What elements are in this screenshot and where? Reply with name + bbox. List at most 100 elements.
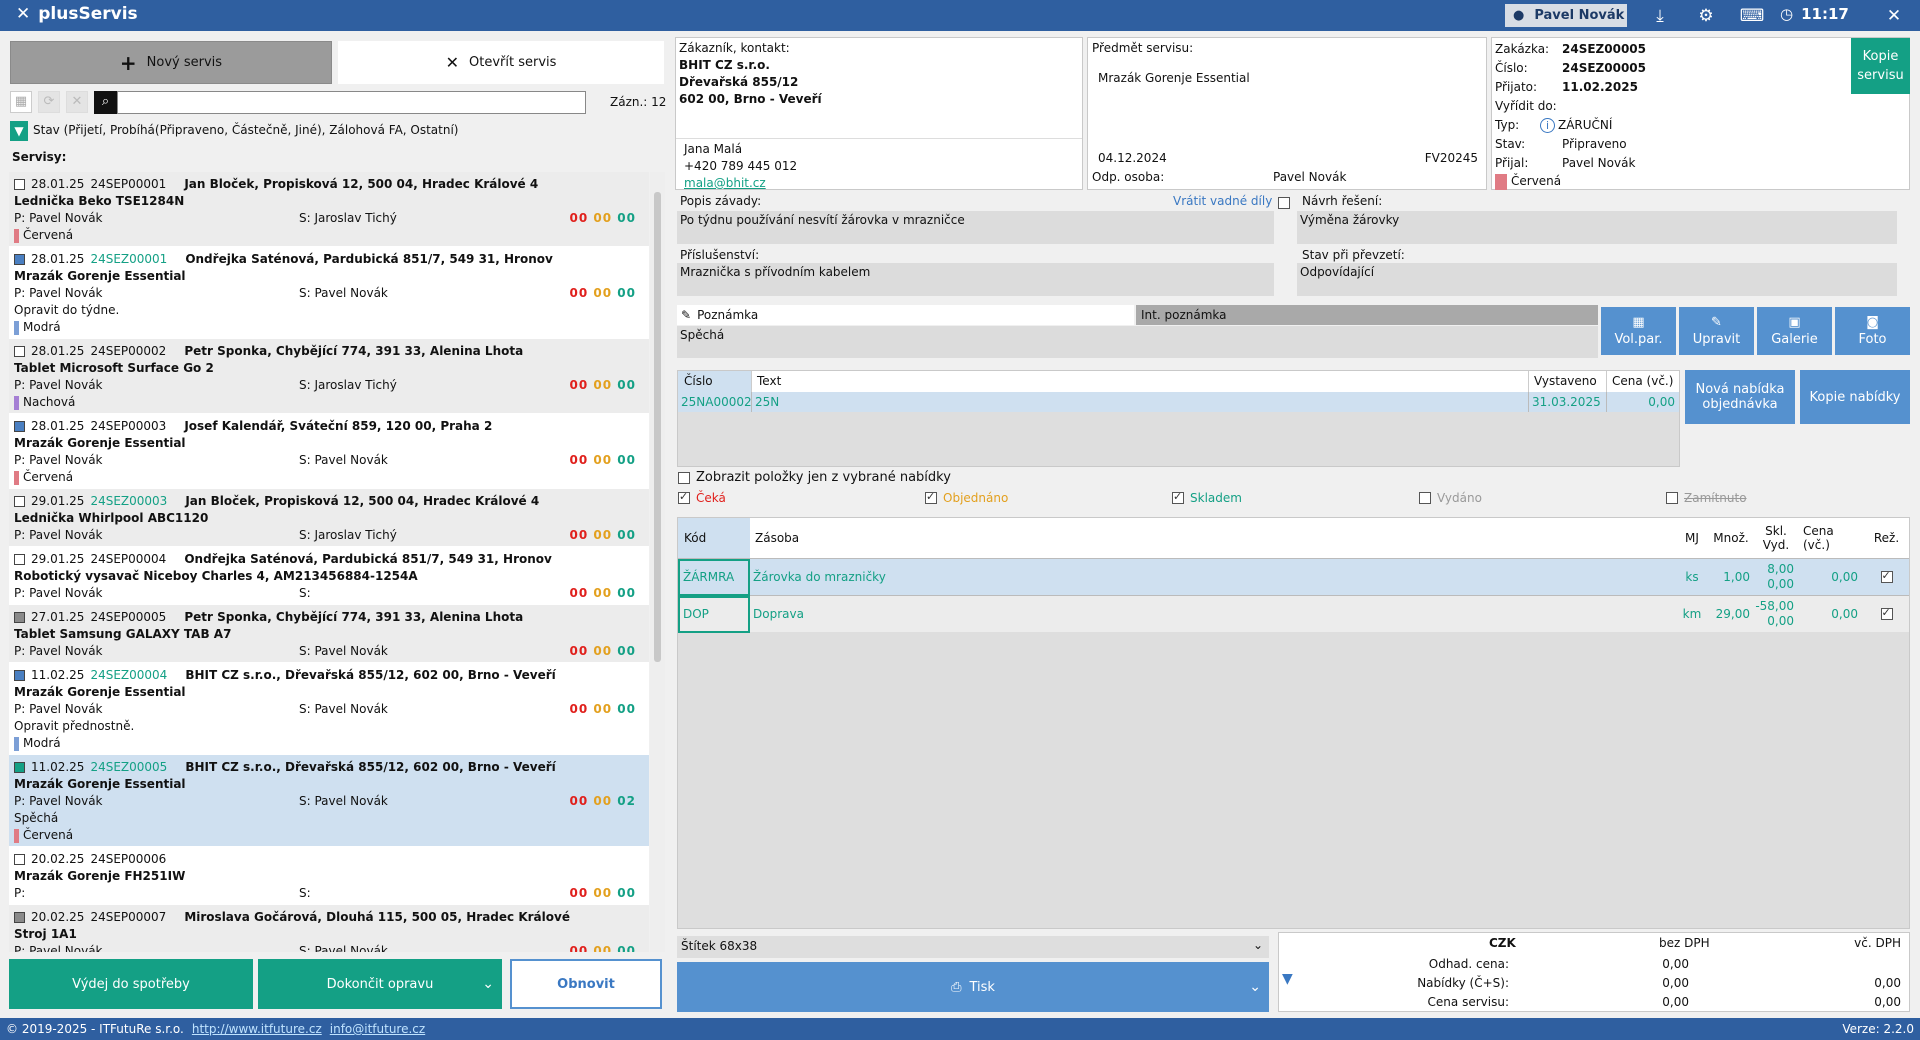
customer-name: BHIT CZ s.r.o.	[679, 58, 770, 72]
items-header-kod[interactable]: Kód	[678, 518, 750, 558]
service-row[interactable]: 29.01.25 24SEP00004 Ondřejka Saténová, Par…	[9, 547, 649, 605]
defect-field[interactable]: Po týdnu používání nesvítí žárovka v mra…	[677, 211, 1274, 244]
customer-city: 602 00, Brno - Veveří	[679, 92, 822, 106]
filter-text: Stav (Přijetí, Probíhá(Připraveno, Částe…	[33, 123, 459, 137]
service-row[interactable]: 28.01.25 24SEP00002 Petr Sponka, Chybějící…	[9, 339, 649, 414]
copy-offer-button[interactable]: Kopie nabídky	[1800, 370, 1910, 424]
service-row[interactable]: 11.02.25 24SEZ00005 BHIT CZ s.r.o., Dřevař…	[9, 755, 649, 847]
user-button[interactable]: ● Pavel Novák	[1505, 4, 1627, 27]
gallery-button[interactable]: ▣ Galerie	[1757, 307, 1832, 355]
items-header-rez[interactable]: Rež.	[1864, 531, 1909, 545]
solution-label: Návrh řešení:	[1302, 194, 1383, 208]
edit-button[interactable]: ✎ Upravit	[1679, 307, 1754, 355]
filter-vydano[interactable]: Vydáno	[1419, 491, 1482, 505]
gear-icon[interactable]: ⚙	[1694, 4, 1718, 27]
order-prijato: 11.02.2025	[1562, 80, 1638, 94]
service-row[interactable]: 11.02.25 24SEZ00004 BHIT CZ s.r.o., Dřevař…	[9, 663, 649, 755]
int-note-tab[interactable]: Int. poznámka	[1136, 305, 1598, 325]
item-row[interactable]: DOP Doprava km 29,00 -58,00 0,00 0,00	[678, 595, 1909, 633]
title-bar: ✕ plusServis ● Pavel Novák ⤓ ⚙ ⌨ ◷ 11:17…	[0, 0, 1920, 31]
offers-header-text[interactable]: Text	[751, 371, 1528, 392]
filter-icon[interactable]: ▼	[10, 121, 28, 141]
note-field[interactable]: Spěchá	[677, 326, 1598, 358]
download-icon[interactable]: ⤓	[1648, 4, 1672, 27]
contact-email[interactable]: mala@bhit.cz	[684, 175, 797, 192]
refresh-icon[interactable]: ⟳	[38, 91, 60, 113]
items-header-cena[interactable]: Cena (vč.)	[1798, 524, 1864, 552]
new-offer-button[interactable]: Nová nabídka objednávka	[1685, 370, 1795, 424]
search-input[interactable]	[117, 91, 586, 114]
record-count: Zázn.: 12	[610, 95, 667, 109]
filter-skladem[interactable]: Skladem	[1172, 490, 1242, 505]
items-header-mnoz[interactable]: Množ.	[1708, 531, 1754, 545]
grid-icon[interactable]: ▦	[10, 91, 32, 113]
resp-label: Odp. osoba:	[1092, 170, 1165, 184]
return-parts-label: Vrátit vadné díly	[1173, 194, 1273, 208]
consume-button[interactable]: Výdej do spotřeby	[9, 959, 253, 1009]
note-tab[interactable]: ✎ Poznámka	[677, 305, 1134, 325]
user-icon: ●	[1513, 8, 1525, 23]
service-row[interactable]: 29.01.25 24SEZ00003 Jan Bloček, Propisková…	[9, 489, 649, 547]
app-logo: ✕ plusServis	[16, 4, 138, 24]
solution-field[interactable]: Výměna žárovky	[1297, 211, 1897, 244]
close-icon[interactable]: ✕	[1882, 4, 1906, 27]
new-service-button[interactable]: + Nový servis	[10, 41, 332, 84]
items-table: Kód Zásoba MJ Množ. Skl. Vyd. Cena (vč.)…	[677, 517, 1910, 929]
items-header-zasoba[interactable]: Zásoba	[750, 531, 1676, 545]
tools-icon: ✕	[16, 4, 31, 24]
color-tag	[14, 736, 19, 751]
filter-objednano[interactable]: Objednáno	[925, 490, 1008, 505]
items-header-skl[interactable]: Skl. Vyd.	[1754, 524, 1798, 552]
clock-icon: ◷	[1780, 5, 1794, 23]
service-row[interactable]: 28.01.25 24SEP00001 Jan Bloček, Propisková…	[9, 172, 649, 247]
show-only-option[interactable]: Zobrazit položky jen z vybrané nabídky	[678, 470, 951, 485]
label-select[interactable]: Štítek 68x38 ⌄	[677, 936, 1269, 958]
keyboard-icon[interactable]: ⌨	[1740, 4, 1765, 27]
service-row[interactable]: 28.01.25 24SEP00003 Josef Kalendář, Sváteč…	[9, 414, 649, 489]
service-row[interactable]: 20.02.25 24SEP00007 Miroslava Gočárová, Dl…	[9, 905, 649, 952]
order-stav: Připraveno	[1562, 137, 1627, 151]
image-icon: ▣	[1788, 315, 1801, 330]
price-summary: ▼ CZK bez DPH vč. DPH Odhad. cena: 0,00 N…	[1278, 932, 1910, 1012]
copy-service-button[interactable]: Kopie servisu	[1851, 38, 1910, 94]
service-row[interactable]: 27.01.25 24SEP00005 Petr Sponka, Chybějící…	[9, 605, 649, 663]
accessories-field[interactable]: Mraznička s přívodním kabelem	[677, 263, 1274, 296]
summary-row: Nabídky (Č+S): 0,00 0,00	[1417, 976, 1901, 990]
filter-ceka[interactable]: Čeká	[678, 490, 726, 505]
chevron-down-icon[interactable]: ⌄	[1249, 979, 1261, 995]
search-icon[interactable]: ⌕	[94, 91, 117, 114]
item-row[interactable]: ŽÁRMRA Žárovka do mrazničky ks 1,00 8,00…	[678, 558, 1909, 596]
summary-row: Odhad. cena: 0,00	[1428, 957, 1689, 971]
volpar-button[interactable]: ▦ Vol.par.	[1601, 307, 1676, 355]
color-tag	[14, 320, 19, 335]
return-parts-checkbox[interactable]	[1278, 196, 1290, 209]
service-row[interactable]: 20.02.25 24SEP00006 Mrazák Gorenje FH251IW…	[9, 847, 649, 905]
offers-row[interactable]: 25NA00002 25N 31.03.2025 0,00	[678, 392, 1679, 412]
status-bar: © 2019-2025 - ITFutuRe s.r.o. http://www…	[0, 1018, 1920, 1040]
camera-icon: ◙	[1866, 315, 1879, 330]
grid-icon: ▦	[1632, 315, 1645, 330]
items-header-mj[interactable]: MJ	[1676, 531, 1708, 545]
customer-panel: Zákazník, kontakt: BHIT CZ s.r.o. Dřevař…	[675, 37, 1083, 190]
offers-header-vyst[interactable]: Vystaveno	[1528, 371, 1606, 392]
offers-header-cislo[interactable]: Číslo	[678, 371, 751, 392]
refresh-button[interactable]: Obnovit	[510, 959, 662, 1009]
mail-link[interactable]: info@itfuture.cz	[330, 1022, 425, 1036]
filter-zamitnuto[interactable]: Zamítnuto	[1666, 491, 1747, 505]
offers-header-cena[interactable]: Cena (vč.)	[1606, 371, 1679, 392]
photo-button[interactable]: ◙ Foto	[1835, 307, 1910, 355]
show-only-checkbox[interactable]	[678, 471, 690, 484]
status-box	[14, 421, 25, 432]
web-link[interactable]: http://www.itfuture.cz	[192, 1022, 322, 1036]
tools-small-icon[interactable]: ✕	[66, 91, 88, 113]
service-row[interactable]: 28.01.25 24SEZ00001 Ondřejka Saténová, Par…	[9, 247, 649, 339]
list-scrollbar[interactable]	[650, 172, 665, 952]
chevron-down-icon[interactable]: ⌄	[482, 976, 494, 992]
rez-checkbox[interactable]	[1880, 606, 1893, 620]
print-button[interactable]: ⎙ Tisk ⌄	[677, 962, 1269, 1012]
tools-icon: ✕	[445, 53, 459, 72]
open-service-button[interactable]: ✕ Otevřít servis	[338, 41, 664, 84]
state-field[interactable]: Odpovídající	[1297, 263, 1897, 296]
rez-checkbox[interactable]	[1880, 569, 1893, 583]
finish-repair-button[interactable]: Dokončit opravu ⌄	[258, 959, 502, 1009]
